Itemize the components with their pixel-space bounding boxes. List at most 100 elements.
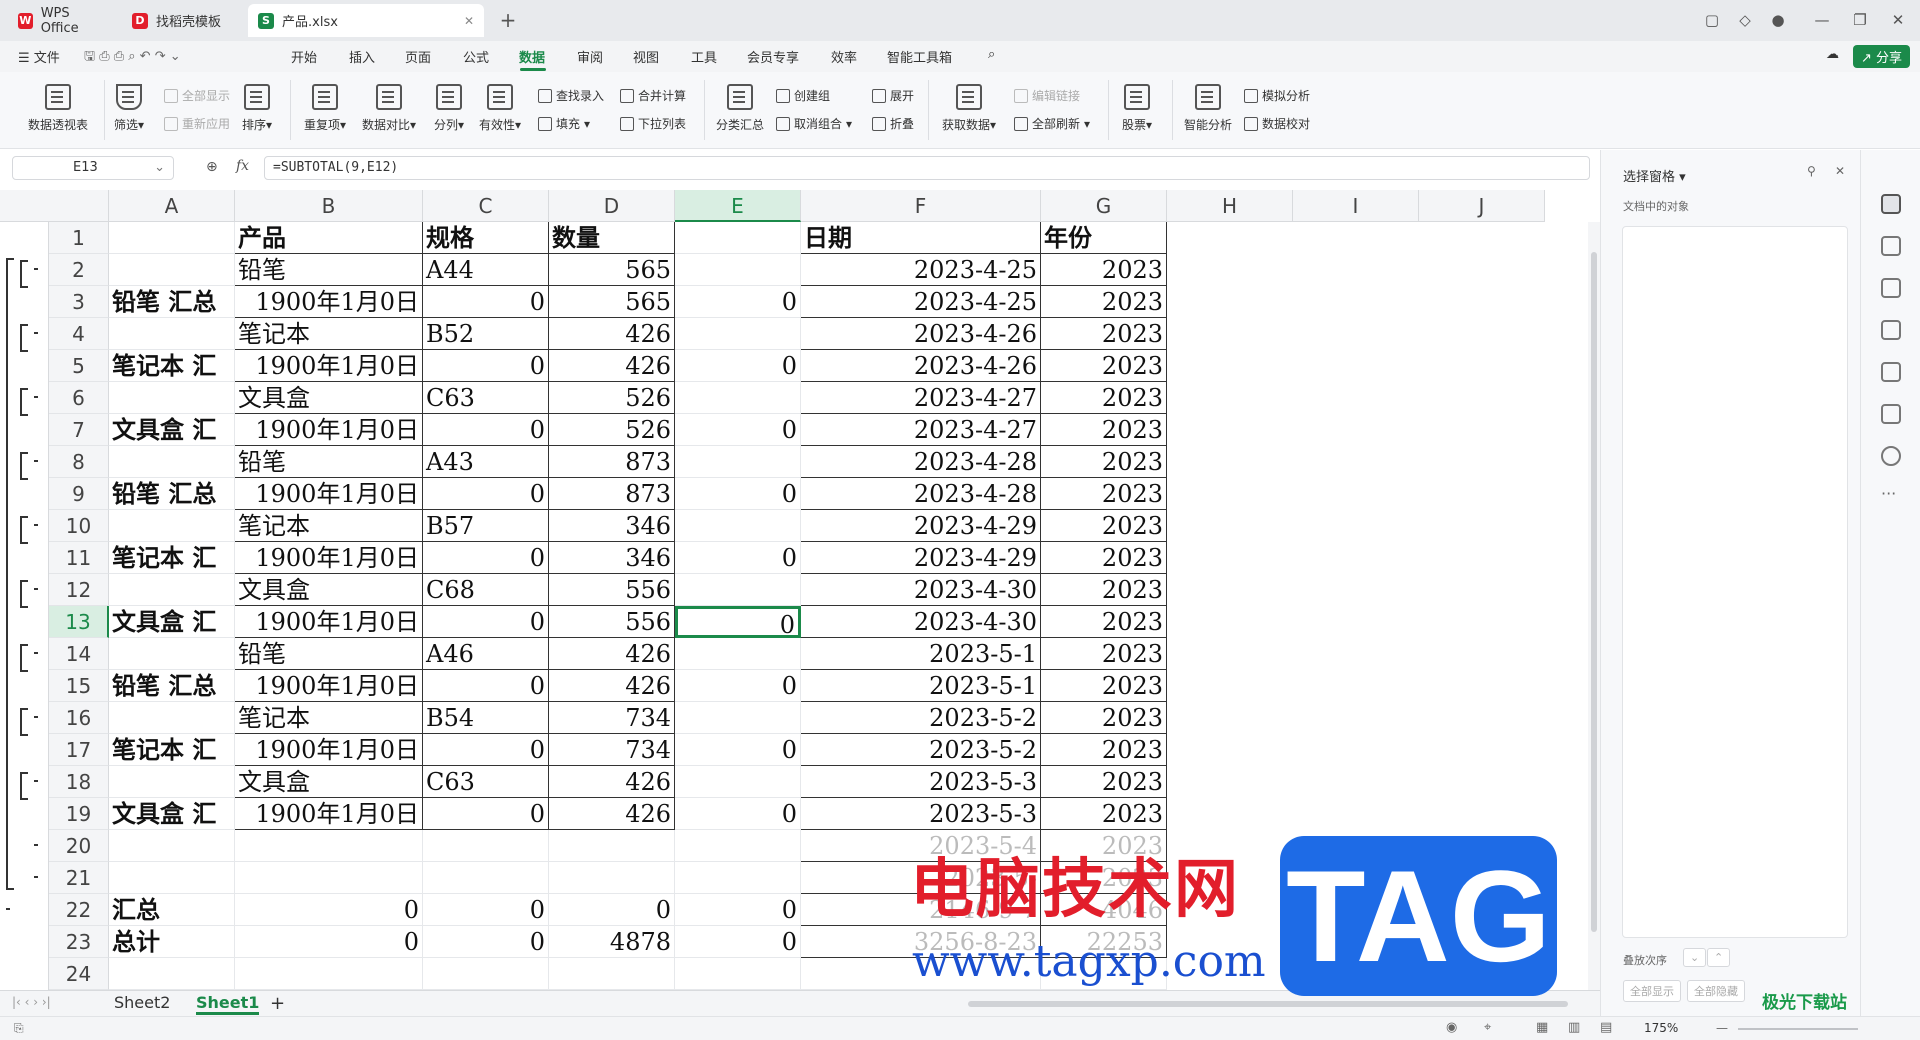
cell-d11[interactable]: 346 [549,542,675,574]
what-if-button[interactable]: 模拟分析 [1244,87,1310,104]
cell-f17[interactable]: 2023-5-2 [801,734,1041,766]
sheet-nav-icons[interactable]: |‹ ‹ › ›| [12,995,51,1009]
tab-template[interactable]: D 找稻壳模板 [122,4,242,37]
row-header[interactable]: 2 [49,254,109,286]
hide-all-objects-button[interactable]: 全部隐藏 [1687,980,1745,1002]
stocks-button[interactable]: 股票▾ [1122,84,1152,133]
cell-e5[interactable]: 0 [675,350,801,382]
cell-d6[interactable]: 526 [549,382,675,414]
cell-e22[interactable]: 0 [675,894,801,926]
cell-d23[interactable]: 4878 [549,926,675,958]
cell-a22[interactable]: 汇总 [109,894,235,926]
cell-g6[interactable]: 2023 [1041,382,1167,414]
cell-b4[interactable]: 笔记本 [235,318,423,350]
tab-wps-office[interactable]: W WPS Office [8,4,116,37]
cell-d12[interactable]: 556 [549,574,675,606]
objects-list[interactable] [1622,226,1848,938]
column-header-g[interactable]: G [1041,190,1167,222]
cell-c6[interactable]: C63 [423,382,549,414]
cell-a16[interactable] [109,702,235,734]
column-header-h[interactable]: H [1167,190,1293,222]
row-header[interactable]: 14 [49,638,109,670]
more-icon[interactable]: ··· [1881,484,1896,503]
cell-d24[interactable] [549,958,675,990]
fill-button[interactable]: 填充 ▾ [538,115,590,132]
row-header[interactable]: 15 [49,670,109,702]
cell-d16[interactable]: 734 [549,702,675,734]
cell-f6[interactable]: 2023-4-27 [801,382,1041,414]
cell-b14[interactable]: 铅笔 [235,638,423,670]
cell-d17[interactable]: 734 [549,734,675,766]
cell-e10[interactable] [675,510,801,542]
cell-c23[interactable]: 0 [423,926,549,958]
cell-b17[interactable]: 1900年1月0日 [235,734,423,766]
cell-c13[interactable]: 0 [423,606,549,638]
cell-d21[interactable] [549,862,675,894]
cell-g3[interactable]: 2023 [1041,286,1167,318]
cell-d22[interactable]: 0 [549,894,675,926]
row-header[interactable]: 12 [49,574,109,606]
cell-d2[interactable]: 565 [549,254,675,286]
row-header[interactable]: 23 [49,926,109,958]
cell-f1[interactable]: 日期 [801,222,1041,254]
menu-view[interactable]: 视图 [633,47,659,66]
cell-b15[interactable]: 1900年1月0日 [235,670,423,702]
zoom-out-button[interactable]: — [1716,1021,1728,1035]
cell-c18[interactable]: C63 [423,766,549,798]
cell-c11[interactable]: 0 [423,542,549,574]
row-header[interactable]: 19 [49,798,109,830]
page-layout-icon[interactable]: ▥ [1568,1020,1580,1035]
cell-e19[interactable]: 0 [675,798,801,830]
cell-c8[interactable]: A43 [423,446,549,478]
cell-d10[interactable]: 346 [549,510,675,542]
cell-f10[interactable]: 2023-4-29 [801,510,1041,542]
minimize-icon[interactable]: — [1810,8,1834,32]
cell-c22[interactable]: 0 [423,894,549,926]
cell-c4[interactable]: B52 [423,318,549,350]
cell-g18[interactable]: 2023 [1041,766,1167,798]
cell-a9[interactable]: 铅笔 汇总 [109,478,235,510]
cell-a18[interactable] [109,766,235,798]
cell-g16[interactable]: 2023 [1041,702,1167,734]
tab-product-xlsx[interactable]: S 产品.xlsx ✕ [248,4,484,37]
cell-c24[interactable] [423,958,549,990]
data-validate-button[interactable]: 数据校对 [1244,115,1310,132]
cell-e8[interactable] [675,446,801,478]
cell-g11[interactable]: 2023 [1041,542,1167,574]
filter-button[interactable]: 筛选▾ [114,84,144,133]
cell-g4[interactable]: 2023 [1041,318,1167,350]
menu-tools[interactable]: 工具 [691,47,717,66]
cell-c9[interactable]: 0 [423,478,549,510]
cell-b7[interactable]: 1900年1月0日 [235,414,423,446]
cell-c20[interactable] [423,830,549,862]
cell-b12[interactable]: 文具盒 [235,574,423,606]
row-header[interactable]: 1 [49,222,109,254]
cell-f19[interactable]: 2023-5-3 [801,798,1041,830]
cell-e9[interactable]: 0 [675,478,801,510]
row-header[interactable]: 5 [49,350,109,382]
cell-b11[interactable]: 1900年1月0日 [235,542,423,574]
cell-e12[interactable] [675,574,801,606]
column-header-b[interactable]: B [235,190,423,222]
dropdown-list-button[interactable]: 下拉列表 [620,115,686,132]
cell-e17[interactable]: 0 [675,734,801,766]
cell-d3[interactable]: 565 [549,286,675,318]
pin-icon[interactable]: ⚲ [1807,164,1816,178]
cell-b13[interactable]: 1900年1月0日 [235,606,423,638]
reading-icon[interactable] [1881,404,1901,424]
cell-b22[interactable]: 0 [235,894,423,926]
cell-g9[interactable]: 2023 [1041,478,1167,510]
cell-b16[interactable]: 笔记本 [235,702,423,734]
cloud-icon[interactable]: ☁ [1826,47,1839,62]
cell-a20[interactable] [109,830,235,862]
cell-b9[interactable]: 1900年1月0日 [235,478,423,510]
cell-f16[interactable]: 2023-5-2 [801,702,1041,734]
cell-a23[interactable]: 总计 [109,926,235,958]
cell-d18[interactable]: 426 [549,766,675,798]
column-header-c[interactable]: C [423,190,549,222]
get-data-button[interactable]: 获取数据▾ [942,84,996,133]
validity-button[interactable]: 有效性▾ [479,84,521,133]
reapply-button[interactable]: 重新应用 [164,115,230,132]
smart-analysis-button[interactable]: 智能分析 [1184,84,1232,133]
cell-a6[interactable] [109,382,235,414]
